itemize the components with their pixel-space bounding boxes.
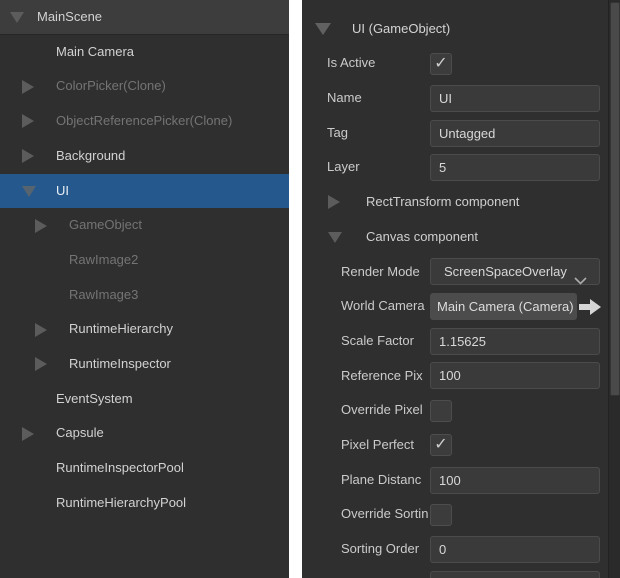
- checkmark-icon: ✓: [434, 54, 448, 72]
- hierarchy-item-runtimehierarchypool[interactable]: RuntimeHierarchyPool: [0, 486, 289, 521]
- field-label-render-mode: Render Mode: [341, 263, 420, 279]
- hierarchy-item-rawimage2[interactable]: RawImage2: [0, 243, 289, 278]
- inspector-row-override-pixel: Override Pixel: [302, 393, 620, 428]
- inspect-reference-arrow-icon[interactable]: [578, 298, 602, 318]
- inspector-row-ui-gameobject[interactable]: UI (GameObject): [302, 12, 620, 47]
- inspector-row-name: Name: [302, 81, 620, 116]
- hierarchy-item-ui[interactable]: UI: [0, 173, 289, 209]
- layer-input[interactable]: [430, 154, 600, 182]
- inspector-row-reference-pix: Reference Pix: [302, 359, 620, 394]
- field-label-override-sortin: Override Sortin: [341, 506, 428, 522]
- field-label-plane-distanc: Plane Distanc: [341, 471, 422, 487]
- hierarchy-item-label: RuntimeHierarchyPool: [56, 494, 187, 510]
- field-label-sorting-order: Sorting Order: [341, 541, 420, 557]
- override-pixel-checkbox[interactable]: [430, 399, 452, 422]
- hierarchy-item-label: EventSystem: [56, 390, 133, 406]
- inspector-row-plane-distanc: Plane Distanc: [302, 463, 620, 498]
- override-sortin-checkbox[interactable]: [430, 503, 452, 526]
- hierarchy-item-rawimage3[interactable]: RawImage3: [0, 278, 289, 313]
- expand-arrow-icon[interactable]: [22, 79, 34, 94]
- component-header-label: RectTransform component: [366, 194, 520, 210]
- checkmark-icon: ✓: [434, 436, 448, 454]
- inspector-row-pixel-perfect: Pixel Perfect ✓: [302, 428, 620, 463]
- collapse-arrow-icon[interactable]: [10, 11, 24, 23]
- inspector-row-layer: Layer: [302, 150, 620, 185]
- expand-arrow-icon[interactable]: [22, 149, 34, 164]
- is-active-checkbox[interactable]: ✓: [430, 52, 452, 75]
- hierarchy-item-label: RuntimeInspectorPool: [56, 460, 184, 476]
- inspector-row-is-active: Is Active ✓: [302, 46, 620, 81]
- hierarchy-item-label: MainScene: [37, 9, 103, 24]
- component-header-label: Canvas component: [366, 228, 479, 244]
- field-label-layer: Layer: [327, 159, 360, 175]
- hierarchy-item-label: Main Camera: [56, 43, 135, 59]
- hierarchy-item-label: GameObject: [69, 217, 142, 233]
- hierarchy-item-label: UI: [56, 182, 69, 198]
- field-label-scale-factor: Scale Factor: [341, 332, 414, 348]
- hierarchy-item-runtimeinspector[interactable]: RuntimeInspector: [0, 347, 289, 382]
- hierarchy-item-objectreferencepicker-clone[interactable]: ObjectReferencePicker(Clone): [0, 104, 289, 139]
- inspector-title: UI (GameObject): [352, 20, 451, 36]
- expand-arrow-icon[interactable]: [35, 218, 47, 233]
- inspector-row-canvas-component[interactable]: Canvas component: [302, 220, 620, 255]
- inspector-row-recttransform-component[interactable]: RectTransform component: [302, 185, 620, 220]
- hierarchy-item-runtimehierarchy[interactable]: RuntimeHierarchy: [0, 312, 289, 347]
- hierarchy-item-label: RuntimeHierarchy: [69, 321, 174, 337]
- hierarchy-item-label: ColorPicker(Clone): [56, 78, 166, 94]
- expand-arrow-icon[interactable]: [35, 322, 47, 337]
- inspector-panel: UI (GameObject) Is Active ✓ Name Tag Layer Rec…: [302, 0, 620, 578]
- hierarchy-panel: MainScene Main Camera ColorPicker(Clone) Ob…: [0, 0, 289, 578]
- hierarchy-item-runtimeinspectorpool[interactable]: RuntimeInspectorPool: [0, 451, 289, 486]
- runtime-inspector-screen: MainScene Main Camera ColorPicker(Clone) Ob…: [0, 0, 620, 578]
- hierarchy-item-label: Background: [56, 147, 126, 163]
- expand-arrow-icon[interactable]: [22, 114, 34, 129]
- hierarchy-item-label: Capsule: [56, 425, 104, 441]
- world-camera-object-reference-button[interactable]: Main Camera (Camera): [430, 293, 577, 321]
- inspector-row-tag: Tag: [302, 116, 620, 151]
- plane-distanc-input[interactable]: [430, 466, 600, 494]
- inspector-row-override-sortin: Override Sortin: [302, 497, 620, 532]
- inspector-row-blank: [302, 567, 620, 578]
- pixel-perfect-checkbox[interactable]: ✓: [430, 434, 452, 457]
- field-label-pixel-perfect: Pixel Perfect: [341, 437, 414, 453]
- collapse-arrow-icon[interactable]: [328, 232, 342, 244]
- sorting-order-input[interactable]: [430, 535, 600, 563]
- hierarchy-item-label: RawImage2: [69, 251, 139, 267]
- reference-pix-input[interactable]: [430, 362, 600, 390]
- field-label-is-active: Is Active: [327, 55, 376, 71]
- collapse-arrow-icon[interactable]: [22, 185, 36, 197]
- expand-arrow-icon[interactable]: [35, 357, 47, 372]
- hierarchy-item-gameobject[interactable]: GameObject: [0, 208, 289, 243]
- inspector-row-render-mode: Render Mode ScreenSpaceOverlay: [302, 255, 620, 290]
- tag-input[interactable]: [430, 119, 600, 147]
- field-label-tag: Tag: [327, 124, 348, 140]
- inspector-scrollbar-thumb[interactable]: [609, 2, 620, 396]
- dropdown-selected-value: ScreenSpaceOverlay: [444, 264, 567, 280]
- hierarchy-item-capsule[interactable]: Capsule: [0, 416, 289, 451]
- expand-arrow-icon[interactable]: [328, 195, 340, 210]
- hierarchy-item-label: RawImage3: [69, 286, 139, 302]
- collapse-arrow-icon[interactable]: [315, 22, 331, 35]
- hierarchy-item-mainscene[interactable]: MainScene: [0, 0, 289, 35]
- hierarchy-item-label: ObjectReferencePicker(Clone): [56, 113, 233, 129]
- field-label-override-pixel: Override Pixel: [341, 402, 423, 418]
- inspector-row-scale-factor: Scale Factor: [302, 324, 620, 359]
- inspector-row-world-camera: World Camera Main Camera (Camera): [302, 289, 620, 324]
- inspector-row-sorting-order: Sorting Order: [302, 532, 620, 567]
- hierarchy-item-background[interactable]: Background: [0, 139, 289, 174]
- scale-factor-input[interactable]: [430, 327, 600, 355]
- field-label-world-camera: World Camera: [341, 298, 425, 314]
- hierarchy-item-main-camera[interactable]: Main Camera: [0, 35, 289, 70]
- blank-input[interactable]: [430, 570, 600, 578]
- name-input[interactable]: [430, 84, 600, 112]
- hierarchy-item-eventsystem[interactable]: EventSystem: [0, 382, 289, 417]
- render-mode-dropdown[interactable]: ScreenSpaceOverlay: [430, 258, 600, 286]
- hierarchy-item-colorpicker-clone[interactable]: ColorPicker(Clone): [0, 69, 289, 104]
- hierarchy-item-label: RuntimeInspector: [69, 356, 171, 371]
- expand-arrow-icon[interactable]: [22, 426, 34, 441]
- field-label-reference-pix: Reference Pix: [341, 367, 423, 383]
- field-label-name: Name: [327, 90, 362, 106]
